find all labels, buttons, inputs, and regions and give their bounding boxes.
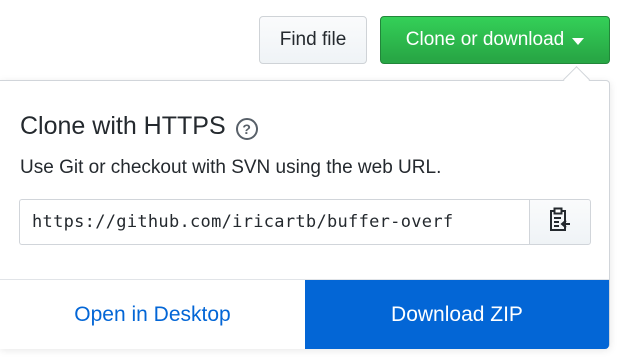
clone-title-row: Clone with HTTPS ? xyxy=(20,112,258,141)
clone-dropdown-screen: Find file Clone or download Clone with H… xyxy=(0,0,624,358)
clone-title: Clone with HTTPS xyxy=(20,112,226,140)
clone-url-group xyxy=(19,199,591,245)
clone-or-download-button[interactable]: Clone or download xyxy=(380,16,610,64)
clone-actions-row: Open in Desktop Download ZIP xyxy=(0,279,609,349)
copy-url-button[interactable] xyxy=(529,199,591,245)
open-in-desktop-label: Open in Desktop xyxy=(74,302,231,326)
clone-dropdown-panel: Clone with HTTPS ? Use Git or checkout w… xyxy=(0,80,610,349)
open-in-desktop-button[interactable]: Open in Desktop xyxy=(0,280,305,349)
clone-description: Use Git or checkout with SVN using the w… xyxy=(20,157,442,178)
download-zip-button[interactable]: Download ZIP xyxy=(305,280,609,349)
clone-url-input[interactable] xyxy=(19,199,529,245)
caret-down-icon xyxy=(572,37,585,45)
question-circle-icon[interactable]: ? xyxy=(235,117,258,140)
clipboard-icon xyxy=(548,207,572,238)
find-file-button[interactable]: Find file xyxy=(259,16,367,64)
clone-or-download-label: Clone or download xyxy=(405,29,565,50)
find-file-label: Find file xyxy=(279,29,347,50)
download-zip-label: Download ZIP xyxy=(391,302,523,326)
